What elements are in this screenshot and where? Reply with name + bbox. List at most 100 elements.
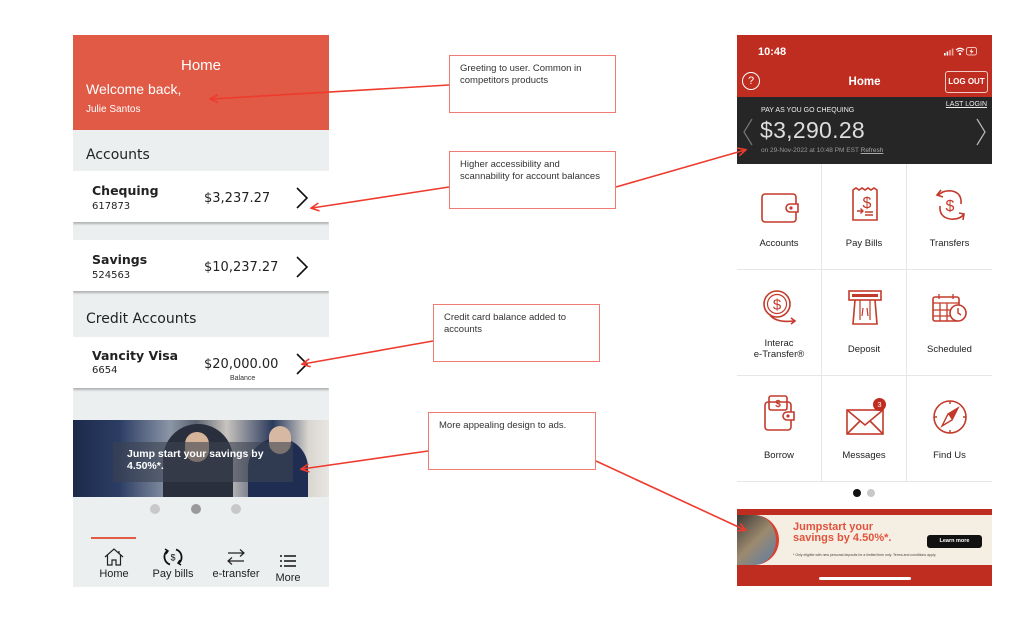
account-balance: $3,237.27 (204, 191, 271, 206)
nav-tab-pay-bills[interactable]: $ Pay bills (147, 547, 199, 580)
account-name: Savings (92, 252, 148, 267)
wallet-icon (761, 193, 799, 223)
tile-find-us[interactable]: Find Us (907, 376, 992, 482)
annotation-greeting: Greeting to user. Common in competitors … (449, 55, 616, 113)
tile-label: Pay Bills (845, 238, 883, 249)
refresh-link[interactable]: Refresh (861, 147, 884, 154)
nav-active-indicator (91, 537, 136, 539)
quick-actions-grid: Accounts $ Pay Bills $ Transfers $ Inter… (737, 164, 992, 482)
svg-text:$: $ (773, 297, 782, 314)
tile-label: Deposit (847, 344, 881, 355)
account-type: PAY AS YOU GO CHEQUING (761, 107, 855, 114)
status-time: 10:48 (758, 46, 787, 58)
arrow-current-ad (595, 460, 745, 530)
annotation-credit: Credit card balance added to accounts (433, 304, 600, 362)
account-balance: $20,000.00 (204, 357, 279, 372)
welcome-greeting: Welcome back, (86, 81, 182, 97)
chevron-right-icon[interactable] (975, 117, 987, 147)
redesign-phone-screen: Home Welcome back, Julie Santos Accounts… (73, 35, 329, 587)
tile-transfers[interactable]: $ Transfers (907, 164, 992, 270)
tile-label-line2: e-Transfer® (753, 349, 805, 360)
account-row-savings[interactable]: Savings 524563 $10,237.27 (73, 240, 329, 291)
learn-more-button[interactable]: Learn more (927, 535, 982, 548)
arrow-accessibility (312, 186, 450, 208)
svg-text:$: $ (863, 195, 872, 212)
balance-label: Balance (230, 375, 256, 382)
svg-text:$: $ (946, 198, 955, 215)
tile-label-line1: Interac (764, 338, 794, 349)
last-login-link[interactable]: LAST LOGIN (946, 101, 987, 108)
transfer-dollar-icon: $ (935, 189, 965, 221)
nav-label: e-transfer (212, 568, 260, 580)
tile-pay-bills[interactable]: $ Pay Bills (822, 164, 907, 270)
page-title: Home (180, 57, 221, 74)
chevron-right-icon[interactable] (295, 255, 309, 279)
tile-interac-etransfer[interactable]: $ Interac e-Transfer® (737, 270, 822, 376)
tile-borrow[interactable]: $ Borrow (737, 376, 822, 482)
nav-tab-e-transfer[interactable]: e-transfer (209, 547, 263, 580)
tile-scheduled[interactable]: Scheduled (907, 270, 992, 376)
ad-title: Jumpstart your savings by 4.50%*. (793, 522, 891, 544)
pager-dot-active[interactable] (853, 489, 861, 497)
carousel-dot-active[interactable] (191, 504, 201, 514)
ad-fine-print: * Only eligible with new personal deposi… (793, 553, 937, 557)
menu-list-icon (280, 555, 296, 567)
home-header: Home Welcome back, Julie Santos (73, 35, 329, 130)
transfer-arrows-icon (227, 549, 245, 565)
account-number: 617873 (92, 201, 131, 212)
tile-label: Messages (842, 450, 886, 461)
home-indicator-bar (819, 577, 911, 580)
account-name: Chequing (92, 183, 159, 198)
bill-receipt-icon: $ (852, 187, 878, 221)
ad-photo (737, 515, 779, 565)
tile-label: Accounts (759, 238, 799, 249)
account-row-vancity-visa[interactable]: Vancity Visa 6654 $20,000.00 Balance (73, 337, 329, 388)
balance-panel: PAY AS YOU GO CHEQUING LAST LOGIN $3,290… (737, 97, 992, 164)
compass-icon (933, 400, 967, 434)
pager-dot[interactable] (867, 489, 875, 497)
tile-messages[interactable]: 3 Messages (822, 376, 907, 482)
chevron-right-icon[interactable] (295, 186, 309, 210)
user-name: Julie Santos (86, 104, 141, 115)
tile-label: Borrow (763, 450, 795, 461)
tile-label: Interac e-Transfer® (737, 338, 821, 360)
nav-tab-more[interactable]: More (271, 551, 305, 584)
account-balance: $10,237.27 (204, 260, 279, 275)
atm-deposit-icon (848, 290, 882, 325)
ad-title-line2: savings by 4.50%*. (793, 532, 892, 544)
current-app-phone-screen: 10:48 ? Home LOG OUT PAY AS YOU GO CHEQU… (737, 35, 992, 586)
battery-charging-icon (966, 47, 977, 56)
nav-tab-home[interactable]: Home (95, 547, 133, 580)
interac-etransfer-icon: $ (763, 290, 797, 325)
svg-text:$: $ (170, 553, 175, 563)
svg-text:$: $ (775, 399, 781, 410)
nav-label: Pay bills (152, 568, 194, 580)
balance-timestamp: on 29-Nov-2022 at 10:48 PM EST Refresh (761, 147, 883, 154)
account-name: Vancity Visa (92, 348, 179, 363)
account-number: 6654 (92, 365, 118, 376)
signal-icon (944, 48, 954, 56)
promo-ad-banner[interactable]: Jumpstart your savings by 4.50%*. * Only… (737, 509, 992, 586)
carousel-dot[interactable] (150, 504, 160, 514)
tile-accounts[interactable]: Accounts (737, 164, 822, 270)
status-icons (944, 46, 978, 59)
promo-banner[interactable]: Jump start your savings by 4.50%*. (73, 420, 329, 497)
chevron-right-icon[interactable] (295, 352, 309, 376)
annotation-accessibility: Higher accessibility and scannability fo… (449, 151, 616, 209)
carousel-dot[interactable] (231, 504, 241, 514)
nav-label: Home (99, 568, 129, 580)
tile-deposit[interactable]: Deposit (822, 270, 907, 376)
account-row-chequing[interactable]: Chequing 617873 $3,237.27 (73, 171, 329, 222)
banner-text: Jump start your savings by 4.50%*. (127, 448, 264, 472)
home-icon (104, 548, 124, 566)
chevron-left-icon[interactable] (742, 117, 754, 147)
tile-label: Transfers (929, 238, 970, 249)
tile-label: Find Us (933, 450, 966, 461)
wifi-icon (955, 47, 965, 56)
ad-content: Jumpstart your savings by 4.50%*. * Only… (737, 515, 992, 565)
tile-label: Scheduled (927, 344, 972, 355)
logout-button[interactable]: LOG OUT (945, 71, 988, 93)
nav-label: More (275, 572, 301, 584)
borrow-wallet-icon: $ (764, 395, 795, 431)
envelope-icon (846, 409, 884, 435)
